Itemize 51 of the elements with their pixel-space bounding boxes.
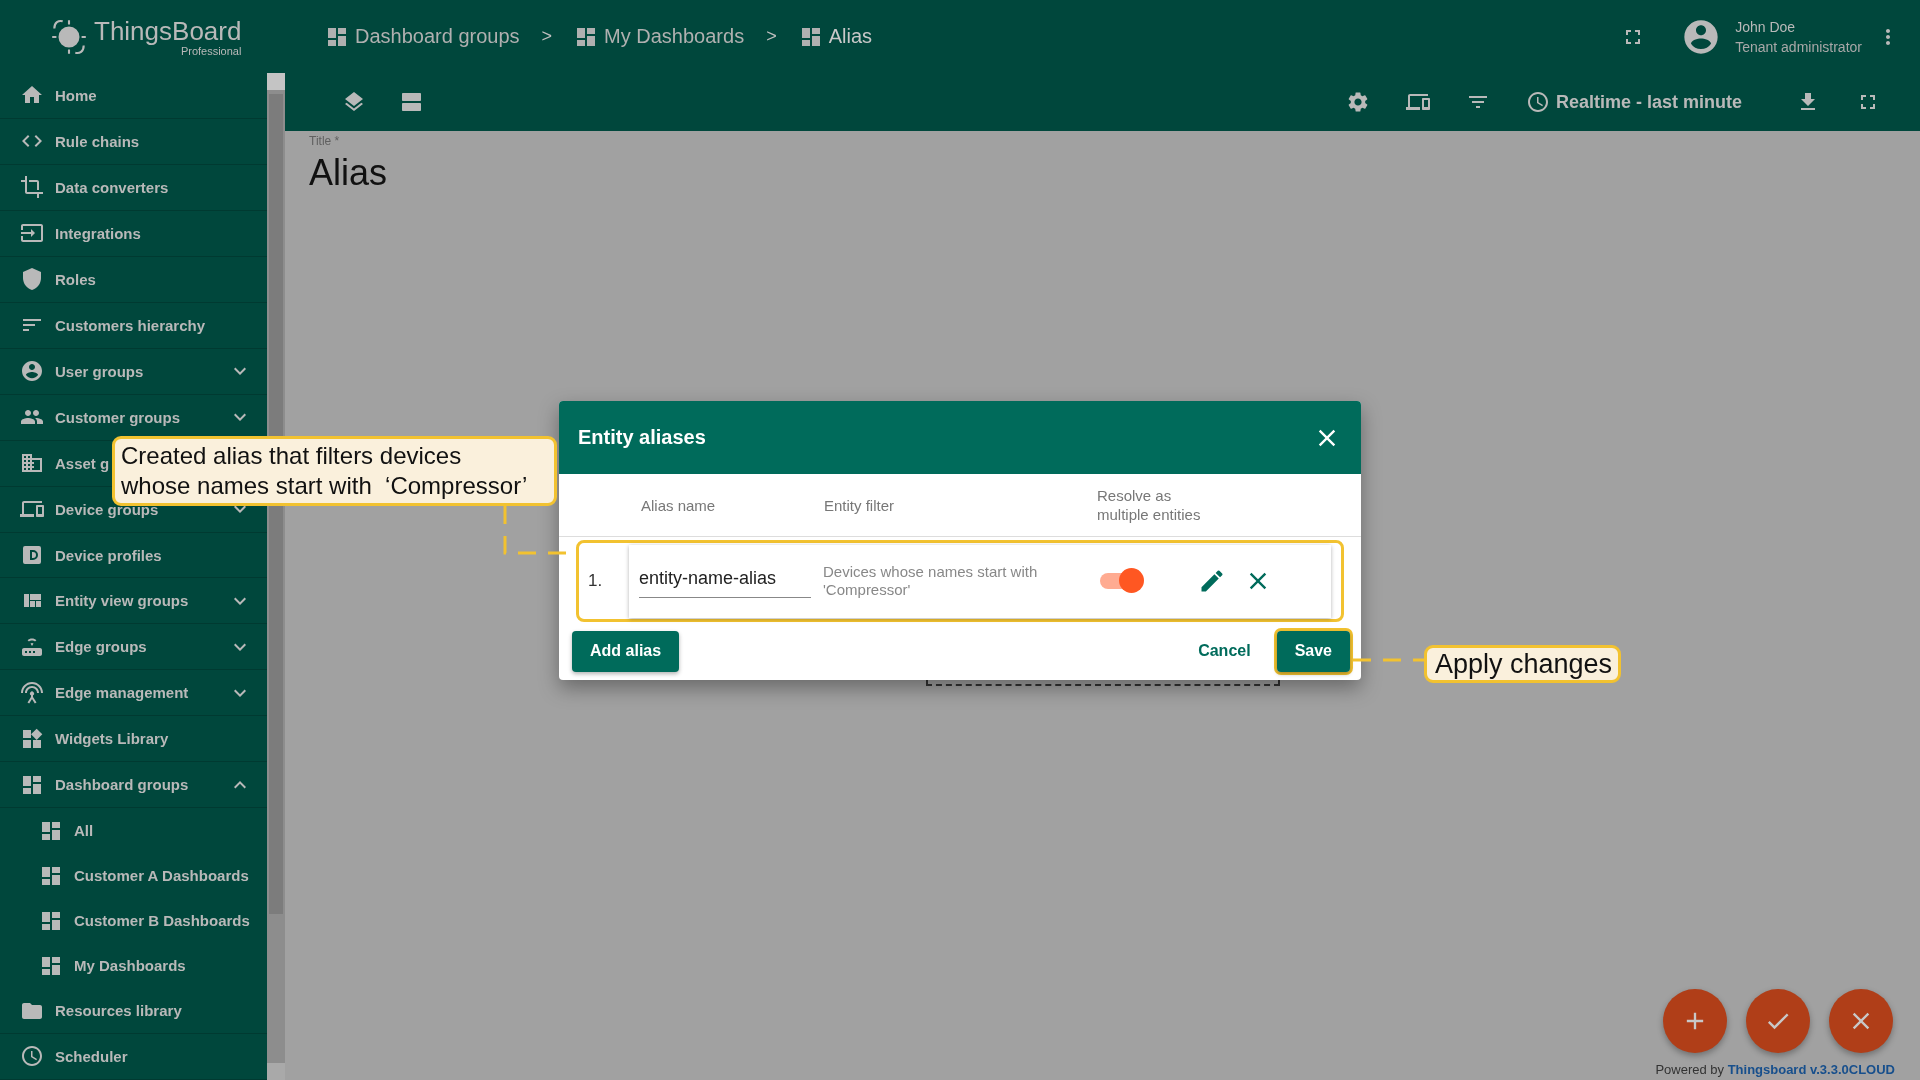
clock-icon bbox=[1525, 90, 1550, 114]
sidebar-item[interactable]: Roles bbox=[0, 256, 267, 303]
sidebar-item[interactable]: Integrations bbox=[0, 210, 267, 257]
sidebar-item[interactable]: Home bbox=[0, 73, 267, 119]
annotation-tooltip: Created alias that filters devices whose names start with ‘Compressor’ bbox=[112, 436, 557, 506]
sidebar-item[interactable]: Device profiles bbox=[0, 532, 267, 579]
clock-icon bbox=[20, 1044, 44, 1069]
layout-icon[interactable] bbox=[400, 90, 424, 114]
column-header: Entity filter bbox=[824, 496, 896, 514]
logo-subtitle: Professional bbox=[180, 44, 242, 57]
sidebar-item[interactable]: Dashboard groups bbox=[0, 762, 267, 809]
sidebar-item[interactable]: Edge groups bbox=[0, 624, 267, 671]
logo-text: ThingsBoard bbox=[94, 16, 242, 45]
user-icon bbox=[20, 359, 44, 384]
column-header: Resolve as multiple entities bbox=[1097, 486, 1202, 524]
sidebar-subitem[interactable]: My Dashboards bbox=[0, 943, 267, 989]
sidebar-subitem[interactable]: Customer A Dashboards bbox=[0, 853, 267, 899]
dashboard-title[interactable]: Alias bbox=[309, 152, 1896, 194]
version-link[interactable]: Thingsboard v.3.3.0CLOUD bbox=[1727, 1062, 1895, 1077]
breadcrumb-separator: > bbox=[541, 26, 553, 47]
sidebar-item[interactable]: User groups bbox=[0, 348, 267, 395]
sidebar-item[interactable]: Entity view groups bbox=[0, 578, 267, 625]
shield-icon bbox=[20, 267, 44, 292]
breadcrumb-link[interactable]: Dashboard groups bbox=[325, 24, 520, 49]
sidebar-item[interactable]: Widgets Library bbox=[0, 716, 267, 763]
crop-icon bbox=[20, 175, 44, 200]
dialog-title: Entity aliases bbox=[578, 426, 706, 449]
badge-icon bbox=[20, 543, 44, 567]
entity-filter-text: Devices whose names start with 'Compressor' bbox=[823, 563, 1039, 599]
title-label: Title * bbox=[309, 134, 341, 148]
cancel-button[interactable]: Cancel bbox=[1188, 630, 1261, 672]
widgets-icon bbox=[20, 726, 44, 751]
sidebar-item[interactable]: Resources library bbox=[0, 988, 267, 1034]
user-role: Tenant administrator bbox=[1735, 38, 1862, 55]
save-button[interactable]: Save bbox=[1276, 630, 1350, 672]
alias-name-field[interactable]: entity-name-alias bbox=[639, 564, 811, 598]
sidebar-subitem[interactable]: Customer B Dashboards bbox=[0, 898, 267, 944]
antenna-icon bbox=[20, 680, 44, 705]
sidebar-item[interactable]: Edge management bbox=[0, 670, 267, 717]
add-alias-button[interactable]: Add alias bbox=[572, 630, 680, 672]
annotation-tooltip: Apply changes bbox=[1424, 645, 1621, 683]
breadcrumb-link[interactable]: My Dashboards bbox=[574, 24, 745, 49]
footer-text: Powered by bbox=[1655, 1062, 1725, 1077]
column-header: Alias name bbox=[641, 496, 717, 514]
breadcrumb-separator: > bbox=[766, 26, 777, 47]
close-button[interactable] bbox=[1829, 989, 1893, 1053]
breadcrumb-link[interactable]: Alias bbox=[798, 24, 872, 49]
timewindow-button[interactable]: Realtime - last minute bbox=[1525, 90, 1742, 114]
row-number: 1. bbox=[587, 571, 604, 591]
user-name: John Doe bbox=[1735, 18, 1797, 35]
sidebar-subitem[interactable]: All bbox=[0, 808, 267, 854]
